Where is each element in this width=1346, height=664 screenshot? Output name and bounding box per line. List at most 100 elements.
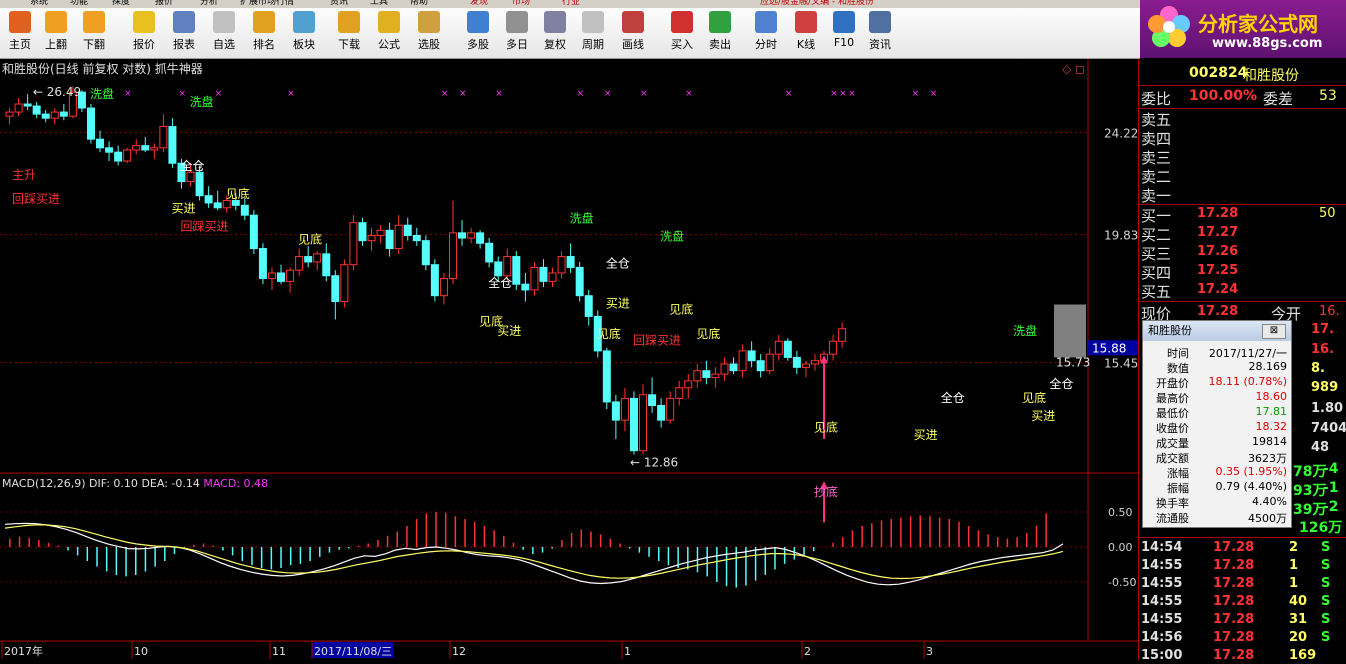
tick-price: 17.28 (1213, 558, 1255, 573)
kline-chart[interactable]: 和胜股份(日线 前复权 对数) 抓牛神器 ◇ ◻24.2219.8315.45× ×… (0, 59, 1140, 660)
menu-item[interactable]: 帮助 (410, 0, 428, 7)
candle-body (512, 256, 521, 285)
toolbar-button-5[interactable]: 自选 (206, 11, 242, 57)
low-price-label: ← 12.86 (630, 456, 678, 470)
buy-level-price: 17.27 (1197, 225, 1239, 240)
tick-time: 14:56 (1141, 630, 1183, 645)
quote-value-partial: 16. (1311, 342, 1335, 357)
tick-time: 15:00 (1141, 648, 1183, 663)
up-arrow-icon (45, 11, 67, 33)
tooltip-value: 0.35 (1.95%) (1215, 465, 1287, 478)
toolbar-button-7[interactable]: 板块 (286, 11, 322, 57)
menu-item[interactable]: 功能 (70, 0, 88, 7)
signal-x-mark: × (441, 89, 449, 99)
tooltip-row: 最低价 17.81 (1143, 405, 1291, 420)
signal-x-mark: × (839, 89, 847, 99)
time-axis-label: 10 (134, 645, 148, 658)
toolbar-button-6[interactable]: 排名 (246, 11, 282, 57)
candle-body (59, 111, 68, 117)
candle-body (50, 111, 59, 119)
toolbar-button-14[interactable]: 周期 (575, 11, 611, 57)
time-axis-label: 3 (926, 645, 933, 658)
tick-volume: 169 (1289, 648, 1317, 663)
toolbar-button-11[interactable]: 多股 (460, 11, 496, 57)
toolbar-button-15[interactable]: 画线 (615, 11, 651, 57)
menu-item[interactable]: 工具 (370, 0, 388, 7)
weibi-label: 委比 (1141, 90, 1172, 108)
signal-x-mark: × (178, 89, 186, 99)
menu-item[interactable]: 市场 (512, 0, 530, 7)
toolbar-button-19[interactable]: K线 (788, 11, 824, 57)
toolbar-button-9[interactable]: 公式 (371, 11, 407, 57)
quote-value-partial: 1.80 (1311, 401, 1344, 416)
candle-body (385, 229, 394, 250)
toolbar-button-8[interactable]: 下载 (331, 11, 367, 57)
tick-volume: 31 (1289, 612, 1308, 627)
toolbar-button-10[interactable]: 选股 (411, 11, 447, 57)
price-level-label: 19.83 (1104, 229, 1138, 243)
candle-body (548, 272, 557, 282)
data-tooltip-window[interactable]: 和胜股份 ⊠ 时间 2017/11/27/一 数值 28.169 开盘价 18.11 (0… (1142, 320, 1292, 528)
toolbar-button-4[interactable]: 报表 (166, 11, 202, 57)
flow-value: 126万 (1299, 520, 1343, 536)
toolbar-button-1[interactable]: 上翻 (38, 11, 74, 57)
toolbar-button-2[interactable]: 下翻 (76, 11, 112, 57)
candle-body (720, 363, 729, 375)
buy-level-label: 买二 (1141, 226, 1172, 244)
signal-label: 买进 (914, 428, 938, 442)
menu-item[interactable]: 扩展市场行情 (240, 0, 294, 7)
candle-body (557, 256, 566, 274)
menu-item[interactable]: 系统 (30, 0, 48, 7)
toolbar-button-18[interactable]: 分时 (748, 11, 784, 57)
signal-x-mark: × (848, 89, 856, 99)
menu-item[interactable]: 分析 (200, 0, 218, 7)
home-icon (9, 11, 31, 33)
signal-label: 全仓 (606, 255, 630, 270)
toolbar-button-21[interactable]: 资讯 (862, 11, 898, 57)
crosshair-highlight (1054, 304, 1086, 358)
close-icon[interactable]: ⊠ (1262, 324, 1286, 339)
toolbar-button-16[interactable]: 买入 (664, 11, 700, 57)
toolbar-button-13[interactable]: 复权 (537, 11, 573, 57)
stock-code: 002824 (1189, 65, 1248, 81)
tick-time: 14:55 (1141, 576, 1183, 591)
candle-body (412, 234, 421, 242)
toolbar-label: 报表 (173, 38, 195, 51)
menu-item[interactable]: 资讯 (330, 0, 348, 7)
candle-body (141, 145, 150, 151)
tick-flag: S (1321, 612, 1331, 627)
toolbar-label: K线 (796, 38, 816, 51)
candle-body (150, 147, 159, 151)
menu-item[interactable]: 行业 (562, 0, 580, 7)
candle-body (729, 363, 738, 372)
flower-logo-icon (1148, 6, 1190, 47)
candle-body (448, 232, 457, 280)
toolbar-button-20[interactable]: F10 (826, 11, 862, 57)
candle-body (666, 397, 675, 421)
diamond-icon[interactable]: ◇ ◻ (1062, 62, 1085, 76)
candle-body (14, 103, 23, 113)
candle-body (277, 272, 286, 282)
toolbar-label: 复权 (544, 38, 566, 51)
toolbar-button-12[interactable]: 多日 (499, 11, 535, 57)
tooltip-row: 数值 28.169 (1143, 360, 1291, 375)
candle-body (367, 234, 376, 242)
buy-level-price: 17.28 (1197, 206, 1239, 221)
menu-item[interactable]: 应选/股金融/文编 - 和胜股份 (760, 0, 874, 7)
sell-level-label: 卖四 (1141, 130, 1172, 148)
menu-item[interactable]: 发现 (470, 0, 488, 7)
kline-chart-area[interactable]: 和胜股份(日线 前复权 对数) 抓牛神器 ◇ ◻ 24.22 19.83 15.45 × ×… (0, 59, 1140, 660)
signal-label: 抄底 (814, 484, 838, 499)
candle-body (521, 283, 530, 291)
tooltip-value: 28.169 (1248, 360, 1288, 373)
menu-item[interactable]: 报价 (155, 0, 173, 7)
toolbar-label: 多股 (467, 38, 489, 51)
toolbar-label: 卖出 (709, 38, 731, 51)
toolbar-button-0[interactable]: 主页 (2, 11, 38, 57)
toolbar-button-17[interactable]: 卖出 (702, 11, 738, 57)
signal-label: 见底 (226, 186, 250, 201)
toolbar-button-3[interactable]: 报价 (126, 11, 162, 57)
menu-item[interactable]: 探度 (112, 0, 130, 7)
tooltip-key: 涨幅 (1167, 467, 1189, 480)
candle-body (204, 195, 213, 204)
